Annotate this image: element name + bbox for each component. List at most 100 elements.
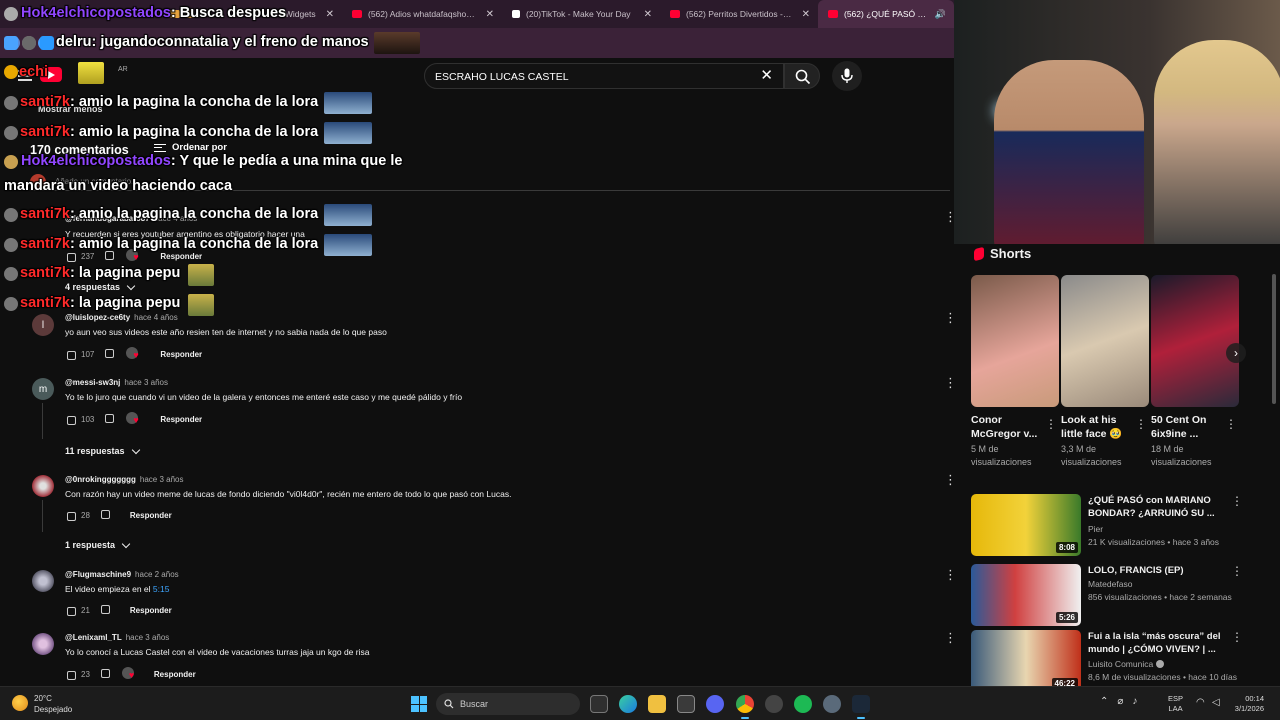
video-thumbnail[interactable]: 46:22 xyxy=(971,630,1081,692)
settings-icon[interactable] xyxy=(823,695,841,713)
voice-search-button[interactable] xyxy=(832,61,862,91)
avatar[interactable]: m xyxy=(32,378,54,400)
channel-name[interactable]: Pier xyxy=(1088,524,1103,534)
tab-perritos[interactable]: (562) Perritos Divertidos - Anim ✕ xyxy=(660,0,818,28)
short-card[interactable]: 50 Cent On 6ix9ine ... 18 M de visualiza… xyxy=(1151,275,1239,469)
reply-button[interactable]: Responder xyxy=(130,606,172,615)
short-title[interactable]: Look at his little face 🥹 xyxy=(1061,413,1133,441)
close-tab-icon[interactable]: ✕ xyxy=(486,9,494,20)
language-indicator[interactable]: ESP LAA xyxy=(1168,694,1183,714)
discord-icon[interactable] xyxy=(706,695,724,713)
reply-button[interactable]: Responder xyxy=(160,415,202,424)
comment-author[interactable]: @fernandogarabato87 hace 4 años xyxy=(65,214,197,223)
video-title[interactable]: LOLO, FRANCIS (EP) xyxy=(1088,564,1238,577)
store-icon[interactable] xyxy=(677,695,695,713)
speaker-icon[interactable]: 🔊 xyxy=(935,9,946,20)
channel-name[interactable]: Luisito Comunica xyxy=(1088,659,1165,669)
steam-icon[interactable] xyxy=(852,695,870,719)
show-less-button[interactable]: Mostrar menos xyxy=(38,104,103,114)
tab-adios[interactable]: (562) Adios whatdafaqshow Ep ✕ xyxy=(342,0,502,28)
scrollbar-thumb[interactable] xyxy=(1272,274,1276,404)
spotify-icon[interactable] xyxy=(794,695,812,713)
weather-widget[interactable]: 20°C Despejado xyxy=(12,693,72,715)
microphone-icon[interactable]: ♪ xyxy=(1132,696,1137,707)
more-options-icon[interactable]: ⋮ xyxy=(944,210,957,223)
more-options-icon[interactable]: ⋮ xyxy=(944,311,957,324)
more-options-icon[interactable]: ⋮ xyxy=(944,568,957,581)
short-thumbnail[interactable] xyxy=(1061,275,1149,407)
clear-search-icon[interactable]: ✕ xyxy=(760,68,773,83)
extension-icon[interactable] xyxy=(38,36,52,50)
show-replies-button[interactable]: 11 respuestas xyxy=(65,445,140,456)
more-options-icon[interactable]: ⋮ xyxy=(1231,494,1243,508)
video-title[interactable]: ¿QUÉ PASÓ con MARIANO BONDAR? ¿ARRUINÓ S… xyxy=(1088,494,1238,520)
dislike-icon[interactable] xyxy=(104,349,115,359)
extension-icon[interactable] xyxy=(22,36,36,50)
short-card[interactable]: Conor McGregor v... 5 M de visualizacion… xyxy=(971,275,1059,469)
add-comment-input[interactable]: Añade un comentario... xyxy=(30,174,950,191)
more-options-icon[interactable]: ⋮ xyxy=(1231,630,1243,644)
edge-icon[interactable] xyxy=(619,695,637,713)
comment-author[interactable]: @luislopez-ce6ty hace 4 años xyxy=(65,313,178,322)
sort-button[interactable]: Ordenar por xyxy=(154,142,227,153)
short-thumbnail[interactable] xyxy=(971,275,1059,407)
chrome-icon[interactable] xyxy=(736,695,754,719)
video-thumbnail[interactable]: 5:26 xyxy=(971,564,1081,626)
more-options-icon[interactable]: ⋮ xyxy=(944,631,957,644)
search-query[interactable]: ESCRAHO LUCAS CASTEL xyxy=(435,71,569,83)
close-tab-icon[interactable]: ✕ xyxy=(644,9,652,20)
avatar[interactable] xyxy=(32,212,54,234)
taskbar-search[interactable]: Buscar xyxy=(436,693,580,715)
short-title[interactable]: 50 Cent On 6ix9ine ... xyxy=(1151,413,1223,441)
author-name[interactable]: @fernandogarabato87 xyxy=(65,214,150,223)
extension-icon[interactable] xyxy=(6,36,20,50)
comment-time[interactable]: hace 2 años xyxy=(135,570,179,579)
comment-time[interactable]: hace 4 años xyxy=(154,214,198,223)
menu-icon[interactable] xyxy=(18,70,32,81)
avatar[interactable] xyxy=(32,633,54,655)
tab-widgets[interactable]: Widgets ✕ xyxy=(160,0,342,28)
tab-que-paso[interactable]: (562) ¿QUÉ PASÓ con LUCA 🔊 xyxy=(818,0,954,28)
show-replies-button[interactable]: 4 respuestas xyxy=(65,281,136,292)
comment-time[interactable]: hace 3 años xyxy=(124,378,168,387)
reply-button[interactable]: Responder xyxy=(160,350,202,359)
author-name[interactable]: @luislopez-ce6ty xyxy=(65,313,130,322)
windows-start-icon[interactable] xyxy=(411,696,427,712)
search-button[interactable] xyxy=(784,63,820,89)
network-icon[interactable]: ⌀ xyxy=(1117,696,1123,707)
more-options-icon[interactable]: ⋮ xyxy=(1135,417,1147,431)
short-thumbnail[interactable] xyxy=(1151,275,1239,407)
more-options-icon[interactable]: ⋮ xyxy=(944,376,957,389)
author-name[interactable]: @messi-sw3nj xyxy=(65,378,120,387)
reply-button[interactable]: Responder xyxy=(130,511,172,520)
comment-author[interactable]: @messi-sw3nj hace 3 años xyxy=(65,378,168,387)
like-icon[interactable] xyxy=(65,349,76,360)
avatar[interactable]: l xyxy=(32,314,54,336)
channel-name[interactable]: Matedefaso xyxy=(1088,579,1132,589)
like-icon[interactable] xyxy=(65,414,76,425)
close-tab-icon[interactable]: ✕ xyxy=(326,9,334,20)
more-options-icon[interactable]: ⋮ xyxy=(944,473,957,486)
task-view-icon[interactable] xyxy=(590,695,608,713)
obs-icon[interactable] xyxy=(765,695,783,713)
dislike-icon[interactable] xyxy=(100,510,110,520)
wifi-icon[interactable]: ◠ xyxy=(1196,697,1205,708)
dislike-icon[interactable] xyxy=(104,251,115,261)
related-video[interactable]: 46:22 Fui a la isla “más oscura” del mun… xyxy=(971,630,1271,694)
youtube-logo[interactable] xyxy=(40,67,62,82)
timestamp-link[interactable]: 5:15 xyxy=(153,584,170,594)
dislike-icon[interactable] xyxy=(100,669,110,679)
comment-time[interactable]: hace 3 años xyxy=(140,475,184,484)
comment-time[interactable]: hace 4 años xyxy=(134,313,178,322)
video-title[interactable]: Fui a la isla “más oscura” del mundo | ¿… xyxy=(1088,630,1238,656)
reply-button[interactable]: Responder xyxy=(154,670,196,679)
like-icon[interactable] xyxy=(65,510,76,521)
related-video[interactable]: 8:08 ¿QUÉ PASÓ con MARIANO BONDAR? ¿ARRU… xyxy=(971,494,1271,558)
like-icon[interactable] xyxy=(65,251,76,262)
comment-author[interactable]: @Lenixaml_TL hace 3 años xyxy=(65,633,169,642)
close-tab-icon[interactable]: ✕ xyxy=(802,9,810,20)
author-name[interactable]: @0nrokinggggggg xyxy=(65,475,136,484)
related-video[interactable]: 5:26 LOLO, FRANCIS (EP) Matedefaso 856 v… xyxy=(971,564,1271,628)
short-card[interactable]: Look at his little face 🥹 3,3 M de visua… xyxy=(1061,275,1149,469)
comment-author[interactable]: @Flugmaschine9 hace 2 años xyxy=(65,570,179,579)
